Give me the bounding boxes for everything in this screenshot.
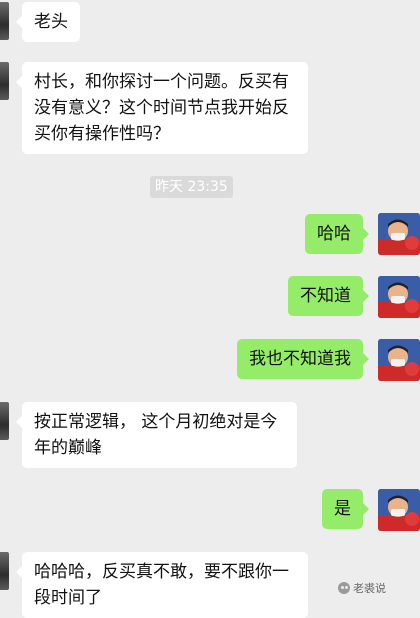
message-bubble-outgoing[interactable]: 是: [322, 489, 369, 529]
self-avatar[interactable]: [378, 339, 420, 381]
message-bubble-outgoing[interactable]: 我也不知道我: [237, 339, 369, 379]
contact-avatar[interactable]: [0, 2, 9, 40]
wechat-icon: [338, 582, 350, 594]
message-bubble-incoming[interactable]: 村长，和你探讨一个问题。反买有没有意义？这个时间节点我开始反买你有操作性吗？: [16, 62, 308, 154]
watermark-label: 老裘说: [353, 582, 386, 595]
watermark: 老裘说: [338, 580, 386, 596]
contact-avatar[interactable]: [0, 62, 9, 100]
message-bubble-outgoing[interactable]: 哈哈: [305, 214, 369, 254]
message-bubble-outgoing[interactable]: 不知道: [288, 276, 369, 316]
message-bubble-incoming[interactable]: 哈哈哈，反买真不敢，要不跟你一段时间了: [16, 552, 308, 618]
message-bubble-incoming[interactable]: 按正常逻辑， 这个月初绝对是今年的巅峰: [16, 402, 297, 468]
self-avatar[interactable]: [378, 276, 420, 318]
self-avatar[interactable]: [378, 213, 420, 255]
self-avatar[interactable]: [378, 489, 420, 531]
contact-avatar[interactable]: [0, 552, 9, 590]
message-timestamp: 昨天 23:35: [150, 176, 233, 198]
message-bubble-incoming[interactable]: 老头: [16, 2, 80, 42]
contact-avatar[interactable]: [0, 402, 9, 440]
